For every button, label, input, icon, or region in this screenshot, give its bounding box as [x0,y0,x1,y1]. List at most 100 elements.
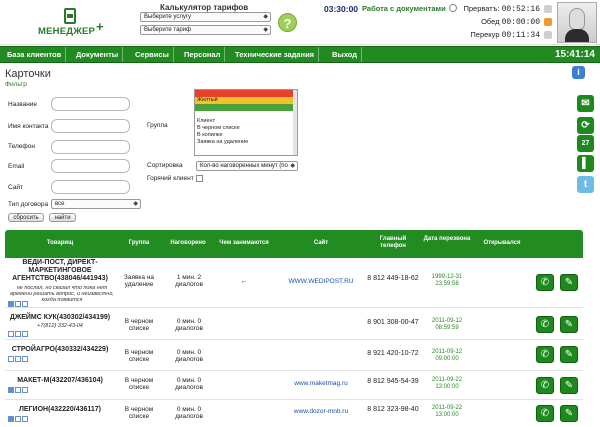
column-header-dialed[interactable]: Наговорено [163,240,213,247]
column-header-opened[interactable]: Открывался [475,240,529,247]
logo-plus: + [96,19,104,34]
phone-input[interactable] [51,140,130,154]
edit-button[interactable]: ✎ [560,316,578,333]
row-phone[interactable]: 8 812 449-18-62 [367,274,419,283]
group-option[interactable]: Зеленый [195,104,297,111]
call-button[interactable]: ✆ [536,405,554,422]
column-header-company[interactable]: Товарищ [5,240,115,247]
lunch-icon[interactable] [544,18,552,26]
row-callback-date: 1999-12-31 23:59:58 [431,274,463,287]
status-square[interactable] [22,301,28,307]
edit-button[interactable]: ✎ [560,346,578,363]
group-option[interactable]: В копилке [195,132,297,139]
column-header-site[interactable]: Сайт [277,240,365,247]
call-button[interactable]: ✆ [536,377,554,394]
nav-item-tech-tasks[interactable]: Технические задания [231,47,320,62]
reset-button[interactable]: сбросить [8,213,44,222]
site-input[interactable] [51,180,130,194]
status-square[interactable] [15,331,21,337]
status-square[interactable] [8,387,14,393]
group-option[interactable] [195,111,297,118]
call-button[interactable]: ✆ [536,316,554,333]
contact-label: Имя контакта [8,123,49,130]
nav-item-staff[interactable]: Персонал [180,47,226,62]
name-input[interactable] [51,97,130,111]
row-phone[interactable]: 8 812 945-54-39 [367,377,419,386]
group-listbox[interactable]: Красный Желтый Зеленый Клиент В черном с… [194,89,298,156]
calendar-icon[interactable]: 27 [577,135,594,152]
column-header-phone[interactable]: Главный телефон [367,236,419,250]
company-name[interactable]: ЛЕГИОН(432220/436117) [5,406,115,414]
status-square[interactable] [22,356,28,362]
edit-button[interactable]: ✎ [560,274,578,291]
nav-item-documents[interactable]: Документы [72,47,124,62]
status-square[interactable] [8,356,14,362]
column-header-group[interactable]: Группа [117,240,161,247]
work-status[interactable]: Работа с документами [362,4,446,13]
column-header-date[interactable]: Дата перезвона [423,236,471,243]
nav-item-services[interactable]: Сервисы [131,47,174,62]
company-name[interactable]: СТРОЙАГРО(430332/434229) [5,346,115,354]
group-option[interactable]: Заявка на удаление [195,139,297,146]
avatar[interactable] [557,2,597,43]
call-button[interactable]: ✆ [536,346,554,363]
status-square[interactable] [22,387,28,393]
table-row[interactable]: ДЖЕЙМС КУК(430302/434199) +7(812) 332-43… [5,310,583,340]
find-button[interactable]: найти [49,213,76,222]
filter-link[interactable]: Фильтр [5,81,27,88]
row-phone[interactable]: 8 812 323-98-40 [367,405,419,414]
row-site-link[interactable]: WWW.WEDIPOST.RU [277,278,365,285]
status-square[interactable] [15,301,21,307]
hot-client-checkbox[interactable] [196,175,203,182]
tariff-select[interactable]: Выберите тариф ◆ [140,25,271,35]
edit-button[interactable]: ✎ [560,377,578,394]
email-input[interactable] [51,159,130,173]
row-site-link[interactable]: www.dozor-mnb.ru [277,408,365,415]
help-icon[interactable]: ? [278,13,297,32]
status-square[interactable] [15,416,21,422]
twitter-icon[interactable]: t [577,176,594,193]
group-option[interactable]: Клиент [195,118,297,125]
interrupt-icon[interactable] [544,5,552,13]
row-callback-date: 2011-09-12 08:59:59 [431,318,463,331]
status-square[interactable] [8,331,14,337]
group-scrollbar[interactable] [293,90,297,155]
notebook-icon[interactable]: ▌ [577,155,594,172]
table-row[interactable]: ЛЕГИОН(432220/436117) В черном списке 0 … [5,400,583,427]
row-phone[interactable]: 8 901 308-00-47 [367,318,419,327]
status-square[interactable] [15,356,21,362]
status-square[interactable] [15,387,21,393]
column-header-doing[interactable]: Чем занимаются [213,240,275,247]
row-site-link[interactable]: www.maketmag.ru [277,380,365,387]
nav-item-clients[interactable]: База клиентов [3,47,67,62]
company-name[interactable]: ВЕДИ-ПОСТ, ДИРЕКТ-МАРКЕТИНГОВОЕ АГЕНТСТВ… [5,259,115,283]
edit-button[interactable]: ✎ [560,405,578,422]
contact-input[interactable] [51,119,130,133]
company-name[interactable]: ДЖЕЙМС КУК(430302/434199) [5,314,115,322]
status-square[interactable] [22,416,28,422]
table-row[interactable]: СТРОЙАГРО(430332/434229) В черном списке… [5,341,583,371]
contract-type-select[interactable]: все ◆ [51,199,141,209]
mail-icon[interactable]: ✉ [577,95,594,112]
status-square[interactable] [22,331,28,337]
call-button[interactable]: ✆ [536,274,554,291]
row-doing: ← [240,278,248,285]
sort-select[interactable]: Кол-во наговоренных минут (по ◆ [196,161,298,171]
avatar-head [569,8,585,30]
row-phone[interactable]: 8 921 420-10-72 [367,349,419,358]
group-option[interactable]: Желтый [195,97,297,104]
company-name[interactable]: МАКЕТ-М(432207/436104) [5,377,115,385]
row-group: В черном списке [124,406,154,420]
info-icon[interactable]: i [572,66,585,79]
group-option[interactable]: В черном списке [195,125,297,132]
status-square[interactable] [8,301,14,307]
logo[interactable]: МЕНЕДЖЕР + [38,8,110,40]
nav-item-logout[interactable]: Выход [328,47,363,62]
status-square[interactable] [8,416,14,422]
table-row[interactable]: ВЕДИ-ПОСТ, ДИРЕКТ-МАРКЕТИНГОВОЕ АГЕНТСТВ… [5,258,583,308]
service-select[interactable]: Выберите услугу ◆ [140,12,271,22]
refresh-icon[interactable]: ⟳ [577,117,594,134]
table-row[interactable]: МАКЕТ-М(432207/436104) В черном списке 0… [5,372,583,400]
break-icon[interactable] [544,31,552,39]
group-option[interactable]: Красный [195,90,297,97]
